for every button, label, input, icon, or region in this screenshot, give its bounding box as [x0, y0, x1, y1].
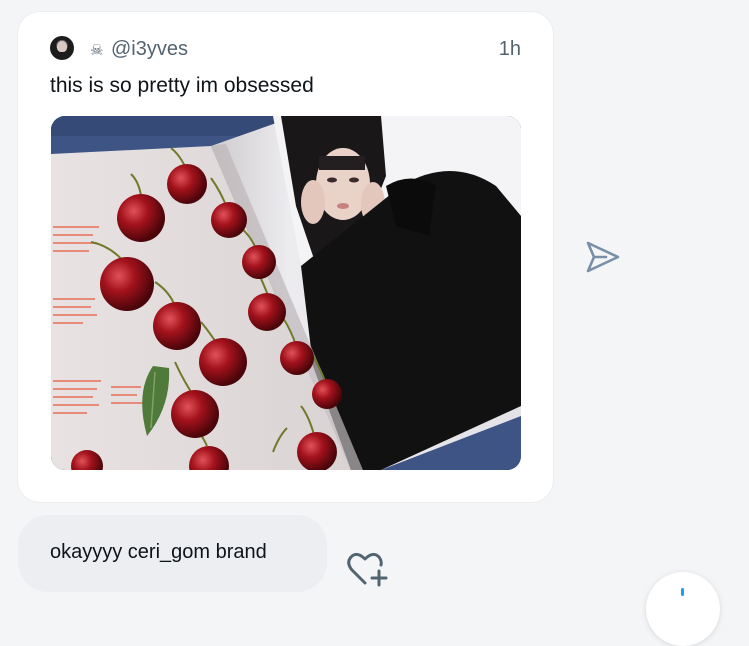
author-handle[interactable]: @i3yves: [111, 38, 188, 61]
reply-text: okayyyy ceri_gom brand: [50, 541, 267, 563]
compose-button[interactable]: [646, 572, 720, 646]
post-card[interactable]: ☠ @i3yves 1h this is so pretty im obsess…: [18, 12, 553, 502]
post-timestamp: 1h: [498, 38, 521, 60]
post-header: ☠ @i3yves 1h: [50, 34, 521, 64]
post-text: this is so pretty im obsessed: [50, 74, 314, 97]
skull-icon: ☠: [90, 42, 104, 59]
send-icon[interactable]: [584, 240, 622, 274]
heart-plus-icon[interactable]: [344, 549, 390, 589]
post-image[interactable]: [51, 116, 521, 470]
reply-bubble[interactable]: okayyyy ceri_gom brand: [18, 515, 327, 592]
avatar[interactable]: [50, 36, 74, 60]
